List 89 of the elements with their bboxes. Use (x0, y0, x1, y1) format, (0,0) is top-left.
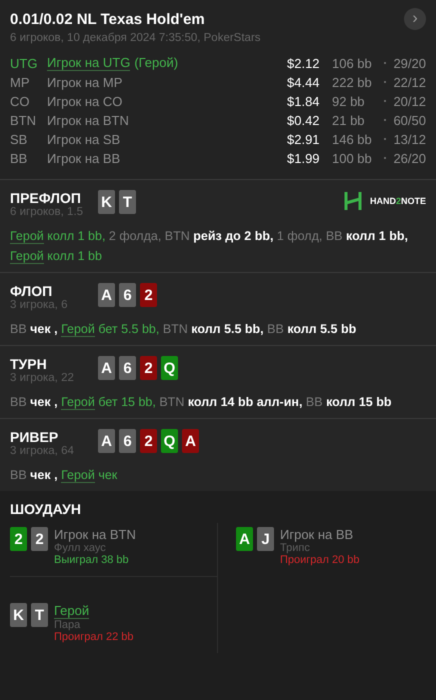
separator-dot (384, 157, 386, 159)
player-stats: 22/12 (392, 74, 426, 90)
position-label: CO (10, 94, 30, 108)
separator-dot (384, 100, 386, 102)
playing-card: 2 (140, 356, 157, 380)
stack-amount: $2.12 (287, 56, 321, 70)
playing-card: Q (161, 356, 178, 380)
player-name[interactable]: Игрок на BB (47, 150, 120, 166)
hero-link[interactable]: Герой (61, 395, 95, 410)
street-info: 3 игрока, 6 (10, 299, 68, 311)
stack-amount: $0.42 (287, 112, 321, 128)
player-name[interactable]: Игрок на CO (47, 94, 122, 108)
street-title: РИВЕР (10, 429, 60, 445)
stack-bb: 92 bb (332, 94, 366, 108)
result-text: Проиграл 20 bb (280, 554, 360, 566)
stack-bb: 100 bb (332, 150, 373, 166)
hero-link[interactable]: Герой (10, 229, 44, 244)
street-title: ПРЕФЛОП (10, 190, 82, 206)
playing-card: K (10, 603, 27, 627)
stack-amount: $2.91 (287, 132, 321, 146)
result-text: Проиграл 22 bb (54, 631, 134, 643)
stack-amount: $4.44 (287, 74, 321, 90)
player-name[interactable]: Герой (54, 603, 90, 619)
stack-amount: $1.84 (287, 94, 321, 108)
playing-card: K (98, 190, 115, 214)
playing-card: T (119, 190, 136, 214)
street-title: ТУРН (10, 356, 48, 372)
hero-link[interactable]: Герой (10, 249, 44, 264)
separator-dot (384, 62, 386, 64)
stack-bb: 222 bb (332, 74, 373, 90)
player-name[interactable]: Игрок на BTN (54, 527, 136, 542)
logo-text: HAND2NOTE (370, 196, 426, 206)
position-label: UTG (10, 56, 38, 70)
position-label: SB (10, 132, 28, 146)
player-stats: 60/50 (392, 112, 426, 128)
separator-dot (384, 119, 386, 121)
next-button[interactable]: › (404, 8, 426, 30)
playing-card: 6 (119, 429, 136, 453)
playing-card: T (31, 603, 48, 627)
action-line: Герой колл 1 bb, 2 фолда, BTN рейз до 2 bb, 1 фолд, BB колл 1 bb, Герой колл 1 bb (10, 228, 409, 266)
action-line: BB чек , Герой бет 15 bb, BTN колл 14 bb алл-ин, BB колл 15 bb (10, 394, 392, 412)
stack-bb: 21 bb (332, 112, 366, 128)
action-line: BB чек , Герой чек (10, 467, 118, 485)
playing-card: J (257, 527, 274, 551)
position-label: MP (10, 74, 30, 90)
playing-card: 2 (140, 429, 157, 453)
player-name[interactable]: Игрок на BB (280, 527, 354, 542)
playing-card: 2 (140, 283, 157, 307)
position-label: BB (10, 150, 28, 166)
playing-card: 2 (31, 527, 48, 551)
playing-card: A (236, 527, 253, 551)
player-name[interactable]: Игрок на SB (47, 132, 120, 146)
player-name[interactable]: Игрок на BTN (47, 112, 129, 128)
player-name[interactable]: Игрок на MP (47, 74, 122, 90)
playing-card: A (98, 356, 115, 380)
result-text: Выиграл 38 bb (54, 554, 129, 566)
stack-bb: 146 bb (332, 132, 373, 146)
hero-link[interactable]: Герой (61, 322, 95, 337)
street-info: 3 игрока, 64 (10, 445, 75, 457)
street-info: 6 игроков, 1.5 (10, 206, 84, 218)
hand-rank: Фулл хаус (54, 542, 106, 554)
position-label: BTN (10, 112, 37, 128)
street-title: ФЛОП (10, 283, 54, 299)
hero-link[interactable]: Герой (61, 468, 95, 483)
showdown-title: ШОУДАУН (10, 501, 82, 517)
player-stats: 13/12 (392, 132, 426, 146)
playing-card: 6 (119, 356, 136, 380)
player-stats: 20/12 (392, 94, 426, 108)
hand-title: 0.01/0.02 NL Texas Hold'em (10, 10, 205, 28)
action-line: BB чек , Герой бет 5.5 bb, BTN колл 5.5 bb, BB колл 5.5 bb (10, 321, 358, 339)
separator-dot (384, 81, 386, 83)
hero-tag: (Герой) (134, 55, 178, 71)
playing-card: A (98, 283, 115, 307)
player-stats: 29/20 (392, 56, 426, 70)
hand-rank: Трипс (280, 542, 310, 554)
playing-card: Q (161, 429, 178, 453)
logo-icon (344, 191, 362, 211)
playing-card: 2 (10, 527, 27, 551)
hand-rank: Пара (54, 619, 80, 631)
hand-subtitle: 6 игроков, 10 декабря 2024 7:35:50, PokerStars (10, 32, 262, 44)
separator-dot (384, 138, 386, 140)
playing-card: A (182, 429, 199, 453)
stack-amount: $1.99 (287, 150, 321, 166)
stack-bb: 106 bb (332, 56, 373, 70)
playing-card: 6 (119, 283, 136, 307)
street-info: 3 игрока, 22 (10, 372, 75, 384)
player-name[interactable]: Игрок на UTG (47, 55, 130, 71)
playing-card: A (98, 429, 115, 453)
player-stats: 26/20 (392, 150, 426, 166)
